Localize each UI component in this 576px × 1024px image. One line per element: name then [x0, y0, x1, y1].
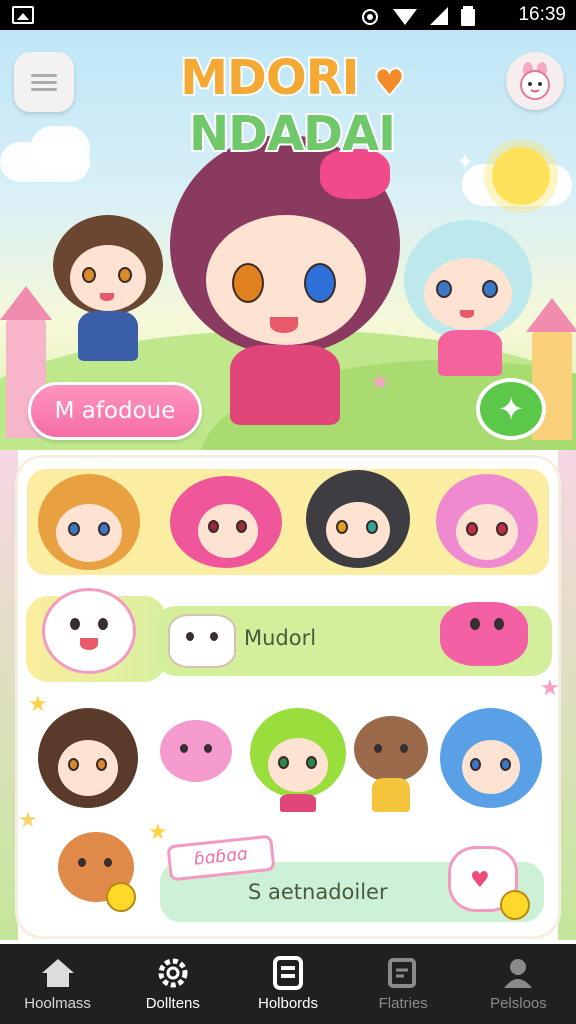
- avatar-white-bear[interactable]: [42, 588, 136, 674]
- cloud: [30, 126, 90, 172]
- avatar-white-cat[interactable]: [168, 614, 236, 668]
- card-icon: [270, 956, 306, 990]
- status-icons: [358, 5, 476, 27]
- avatar-pink-monster[interactable]: [440, 602, 528, 666]
- alarm-icon: [362, 9, 378, 25]
- avatar-pink-jellyfish[interactable]: [160, 720, 232, 806]
- nav-item-profile[interactable]: Pelsloos: [461, 944, 576, 1024]
- battery-icon: [461, 6, 475, 26]
- menu-icon: [31, 70, 57, 95]
- app-title: MDORI ♥ NDADAI: [92, 48, 492, 164]
- hero-primary-button[interactable]: M afodoue: [28, 382, 202, 440]
- status-bar: 16:39: [0, 0, 576, 30]
- bottom-nav: Hoolmass Dolltens Holbords Flatries Pels…: [0, 944, 576, 1024]
- wifi-icon: [393, 9, 417, 25]
- nav-item-settings[interactable]: Dolltens: [115, 944, 230, 1024]
- hero-action-button[interactable]: ✦: [476, 378, 546, 440]
- title-right: NDADAI: [187, 104, 398, 164]
- gallery-icon: [385, 956, 421, 990]
- avatar-pink-twintails[interactable]: [436, 474, 538, 568]
- menu-button[interactable]: [14, 52, 74, 112]
- title-left: MDORI: [178, 48, 361, 108]
- avatar-green-hair[interactable]: [250, 708, 346, 812]
- side-decoration: [0, 450, 18, 940]
- gallery-notification-icon: [12, 6, 34, 24]
- avatar-pink-hair[interactable]: [170, 476, 282, 568]
- row-4-label: S aetnadoiler: [248, 880, 388, 904]
- coin-icon: [500, 890, 530, 920]
- avatar-black-cat[interactable]: [306, 470, 410, 568]
- clock: 16:39: [518, 4, 566, 25]
- sparkle-decoration: ✦: [456, 150, 475, 175]
- nav-label: Pelsloos: [490, 995, 547, 1012]
- nav-label: Flatries: [378, 995, 428, 1012]
- chibi-character-mint-hair[interactable]: [398, 220, 538, 390]
- person-icon: [500, 956, 536, 990]
- nav-item-boards[interactable]: Holbords: [230, 944, 345, 1024]
- star-decoration: ★: [18, 808, 38, 833]
- nav-item-home[interactable]: Hoolmass: [0, 944, 115, 1024]
- avatar-brown-bear-dress[interactable]: [354, 716, 428, 812]
- avatar-blue-hair[interactable]: [440, 708, 542, 812]
- chibi-main-character[interactable]: [170, 135, 400, 435]
- row-2-label: Mudorl: [244, 626, 317, 650]
- avatar-blonde-bear[interactable]: [38, 474, 140, 570]
- bunny-avatar-icon: [520, 62, 550, 100]
- gear-icon: [155, 956, 191, 990]
- avatar-brown-cat-girl[interactable]: [38, 708, 138, 808]
- signal-icon: [430, 7, 448, 25]
- nav-label: Holbords: [257, 995, 319, 1012]
- star-decoration: ★: [148, 820, 168, 845]
- chibi-character-brown-hair[interactable]: [48, 215, 168, 375]
- star-decoration: ★: [540, 676, 560, 701]
- star-decoration: ★: [28, 692, 48, 717]
- sun-icon: [492, 147, 550, 205]
- side-decoration: [558, 450, 576, 940]
- avatar-white-heart-pet[interactable]: ♥: [448, 846, 532, 920]
- nav-label: Hoolmass: [24, 995, 91, 1012]
- sparkle-icon: ✦: [497, 390, 525, 428]
- sparkle-decoration: ★: [370, 370, 390, 395]
- avatar-fox[interactable]: [58, 832, 136, 914]
- profile-button[interactable]: [506, 52, 564, 110]
- nav-label: Dolltens: [145, 995, 200, 1012]
- nav-item-gallery[interactable]: Flatries: [346, 944, 461, 1024]
- home-icon: [40, 956, 76, 990]
- heart-icon: ♥: [470, 868, 490, 893]
- title-heart: ♥: [372, 61, 407, 105]
